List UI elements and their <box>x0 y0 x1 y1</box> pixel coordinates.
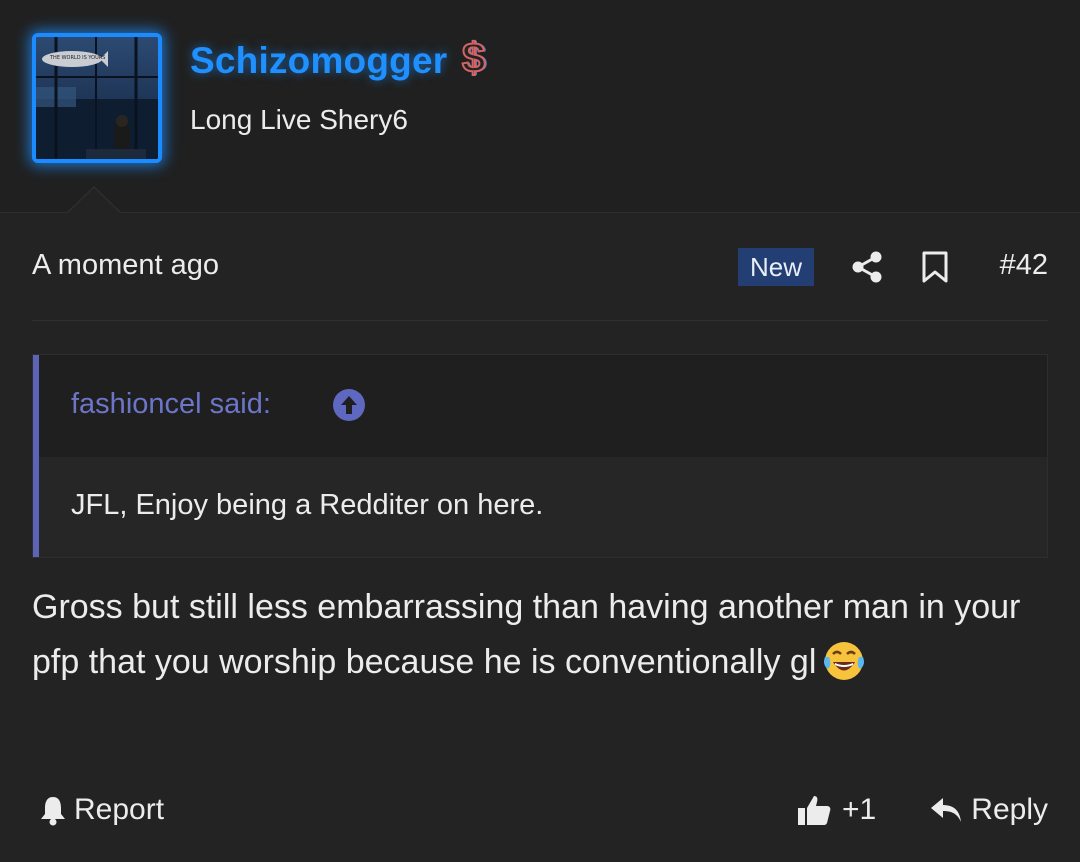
post-timestamp[interactable]: A moment ago <box>32 249 219 282</box>
share-icon[interactable] <box>850 250 884 284</box>
post-body-text: Gross but still less embarrassing than h… <box>32 588 1021 681</box>
arrow-up-circle-icon[interactable] <box>333 389 365 421</box>
reply-arrow-icon <box>931 798 962 822</box>
like-button[interactable]: +1 <box>796 788 876 832</box>
quote-block: fashioncel said: JFL, Enjoy being a Redd… <box>32 354 1048 558</box>
user-header: THE WORLD IS YOURS Schizomogger $ Long L… <box>0 0 1080 213</box>
quote-author[interactable]: fashioncel said: <box>71 388 271 421</box>
face-with-tears-of-joy-icon <box>824 642 865 680</box>
report-label: Report <box>74 793 165 826</box>
quote-text: JFL, Enjoy being a Redditer on here. <box>71 489 544 521</box>
like-count: +1 <box>842 793 877 826</box>
thumbs-up-icon <box>798 796 831 825</box>
avatar[interactable]: THE WORLD IS YOURS <box>32 33 162 163</box>
reply-label: Reply <box>971 793 1048 826</box>
user-title: Long Live Shery6 <box>190 104 408 135</box>
bookmark-icon[interactable] <box>920 250 950 284</box>
reply-button[interactable]: Reply <box>929 788 1048 832</box>
bell-icon <box>41 797 65 826</box>
new-badge: New <box>738 248 814 286</box>
post-actions: Report +1 Reply <box>32 788 1048 836</box>
post-meta-row: A moment ago New #42 <box>32 240 1048 296</box>
header-pointer-fill <box>68 188 120 213</box>
post-body: Gross but still less embarrassing than h… <box>32 580 1052 690</box>
dollar-sign-icon: $ <box>461 33 486 82</box>
quote-header: fashioncel said: <box>39 355 1047 457</box>
meta-divider <box>32 320 1048 321</box>
post-number[interactable]: #42 <box>1000 249 1048 282</box>
username[interactable]: Schizomogger <box>190 40 447 82</box>
svg-text:THE WORLD IS YOURS: THE WORLD IS YOURS <box>49 55 105 61</box>
report-button[interactable]: Report <box>38 788 164 832</box>
avatar-image: THE WORLD IS YOURS <box>36 37 158 159</box>
